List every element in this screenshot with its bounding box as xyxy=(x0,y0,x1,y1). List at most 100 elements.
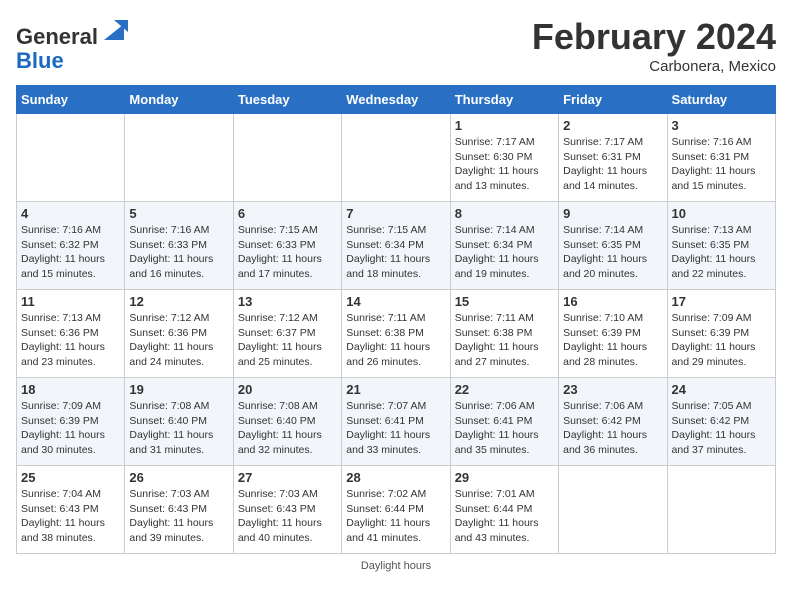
day-number: 28 xyxy=(346,470,445,485)
calendar-cell: 6 Sunrise: 7:15 AMSunset: 6:33 PMDaylight… xyxy=(233,202,341,290)
day-number: 1 xyxy=(455,118,554,133)
calendar-cell xyxy=(233,114,341,202)
day-number: 10 xyxy=(672,206,771,221)
day-number: 17 xyxy=(672,294,771,309)
day-number: 22 xyxy=(455,382,554,397)
logo-blue: Blue xyxy=(16,48,64,73)
col-header-saturday: Saturday xyxy=(667,86,775,114)
calendar-cell: 21Sunrise: 7:07 AMSunset: 6:41 PMDayligh… xyxy=(342,378,450,466)
day-number: 25 xyxy=(21,470,120,485)
day-number: 14 xyxy=(346,294,445,309)
day-number: 29 xyxy=(455,470,554,485)
day-number: 20 xyxy=(238,382,337,397)
cell-info: Sunrise: 7:15 AMSunset: 6:34 PMDaylight:… xyxy=(346,223,445,282)
calendar-week-2: 4Sunrise: 7:16 AMSunset: 6:32 PMDaylight… xyxy=(17,202,776,290)
logo-general: General xyxy=(16,24,98,49)
cell-info: Sunrise: 7:14 AMSunset: 6:35 PMDaylight:… xyxy=(563,223,662,282)
calendar-cell: 28 Sunrise: 7:02 AMSunset: 6:44 PMDayligh… xyxy=(342,466,450,554)
cell-info: Sunrise: 7:05 AMSunset: 6:42 PMDaylight:… xyxy=(672,399,771,458)
calendar-cell: 24 Sunrise: 7:05 AMSunset: 6:42 PMDayligh… xyxy=(667,378,775,466)
day-number: 8 xyxy=(455,206,554,221)
day-number: 3 xyxy=(672,118,771,133)
footer-daylight: Daylight hours xyxy=(16,560,776,572)
calendar-cell: 10 Sunrise: 7:13 AMSunset: 6:35 PMDayligh… xyxy=(667,202,775,290)
day-number: 16 xyxy=(563,294,662,309)
calendar-cell: 3 Sunrise: 7:16 AMSunset: 6:31 PMDaylight… xyxy=(667,114,775,202)
calendar-table: SundayMondayTuesdayWednesdayThursdayFrid… xyxy=(16,85,776,554)
calendar-cell: 26Sunrise: 7:03 AMSunset: 6:43 PMDayligh… xyxy=(125,466,233,554)
day-number: 15 xyxy=(455,294,554,309)
cell-info: Sunrise: 7:13 AMSunset: 6:35 PMDaylight:… xyxy=(672,223,771,282)
logo: General Blue xyxy=(16,16,128,73)
day-number: 23 xyxy=(563,382,662,397)
month-title: February 2024 xyxy=(532,16,776,58)
calendar-week-3: 11 Sunrise: 7:13 AMSunset: 6:36 PMDayligh… xyxy=(17,290,776,378)
calendar-cell: 29 Sunrise: 7:01 AMSunset: 6:44 PMDayligh… xyxy=(450,466,558,554)
cell-info: Sunrise: 7:01 AMSunset: 6:44 PMDaylight:… xyxy=(455,487,554,546)
calendar-header-row: SundayMondayTuesdayWednesdayThursdayFrid… xyxy=(17,86,776,114)
day-number: 2 xyxy=(563,118,662,133)
calendar-cell: 1 Sunrise: 7:17 AMSunset: 6:30 PMDaylight… xyxy=(450,114,558,202)
cell-info: Sunrise: 7:14 AMSunset: 6:34 PMDaylight:… xyxy=(455,223,554,282)
calendar-cell: 14Sunrise: 7:11 AMSunset: 6:38 PMDayligh… xyxy=(342,290,450,378)
cell-info: Sunrise: 7:17 AMSunset: 6:30 PMDaylight:… xyxy=(455,135,554,194)
col-header-thursday: Thursday xyxy=(450,86,558,114)
page-header: General Blue February 2024 Carbonera, Me… xyxy=(16,16,776,75)
day-number: 24 xyxy=(672,382,771,397)
calendar-cell: 25 Sunrise: 7:04 AMSunset: 6:43 PMDayligh… xyxy=(17,466,125,554)
calendar-cell: 23 Sunrise: 7:06 AMSunset: 6:42 PMDayligh… xyxy=(559,378,667,466)
cell-info: Sunrise: 7:02 AMSunset: 6:44 PMDaylight:… xyxy=(346,487,445,546)
cell-info: Sunrise: 7:12 AMSunset: 6:36 PMDaylight:… xyxy=(129,311,228,370)
col-header-sunday: Sunday xyxy=(17,86,125,114)
logo-icon xyxy=(100,16,128,44)
cell-info: Sunrise: 7:11 AMSunset: 6:38 PMDaylight:… xyxy=(455,311,554,370)
calendar-week-4: 18 Sunrise: 7:09 AMSunset: 6:39 PMDayligh… xyxy=(17,378,776,466)
calendar-cell: 22 Sunrise: 7:06 AMSunset: 6:41 PMDayligh… xyxy=(450,378,558,466)
calendar-cell: 5 Sunrise: 7:16 AMSunset: 6:33 PMDaylight… xyxy=(125,202,233,290)
calendar-cell: 2Sunrise: 7:17 AMSunset: 6:31 PMDaylight… xyxy=(559,114,667,202)
calendar-cell: 19Sunrise: 7:08 AMSunset: 6:40 PMDayligh… xyxy=(125,378,233,466)
calendar-cell xyxy=(342,114,450,202)
day-number: 18 xyxy=(21,382,120,397)
cell-info: Sunrise: 7:09 AMSunset: 6:39 PMDaylight:… xyxy=(21,399,120,458)
day-number: 7 xyxy=(346,206,445,221)
calendar-cell xyxy=(125,114,233,202)
col-header-wednesday: Wednesday xyxy=(342,86,450,114)
calendar-cell: 20 Sunrise: 7:08 AMSunset: 6:40 PMDayligh… xyxy=(233,378,341,466)
cell-info: Sunrise: 7:08 AMSunset: 6:40 PMDaylight:… xyxy=(238,399,337,458)
calendar-cell: 4Sunrise: 7:16 AMSunset: 6:32 PMDaylight… xyxy=(17,202,125,290)
day-number: 4 xyxy=(21,206,120,221)
calendar-cell: 11 Sunrise: 7:13 AMSunset: 6:36 PMDayligh… xyxy=(17,290,125,378)
cell-info: Sunrise: 7:16 AMSunset: 6:31 PMDaylight:… xyxy=(672,135,771,194)
col-header-friday: Friday xyxy=(559,86,667,114)
cell-info: Sunrise: 7:03 AMSunset: 6:43 PMDaylight:… xyxy=(238,487,337,546)
cell-info: Sunrise: 7:06 AMSunset: 6:42 PMDaylight:… xyxy=(563,399,662,458)
cell-info: Sunrise: 7:04 AMSunset: 6:43 PMDaylight:… xyxy=(21,487,120,546)
calendar-cell xyxy=(559,466,667,554)
cell-info: Sunrise: 7:15 AMSunset: 6:33 PMDaylight:… xyxy=(238,223,337,282)
day-number: 13 xyxy=(238,294,337,309)
day-number: 6 xyxy=(238,206,337,221)
calendar-cell xyxy=(17,114,125,202)
calendar-cell: 16 Sunrise: 7:10 AMSunset: 6:39 PMDayligh… xyxy=(559,290,667,378)
location: Carbonera, Mexico xyxy=(532,58,776,75)
day-number: 11 xyxy=(21,294,120,309)
calendar-cell: 17Sunrise: 7:09 AMSunset: 6:39 PMDayligh… xyxy=(667,290,775,378)
col-header-tuesday: Tuesday xyxy=(233,86,341,114)
calendar-cell: 18 Sunrise: 7:09 AMSunset: 6:39 PMDayligh… xyxy=(17,378,125,466)
calendar-cell: 12Sunrise: 7:12 AMSunset: 6:36 PMDayligh… xyxy=(125,290,233,378)
cell-info: Sunrise: 7:16 AMSunset: 6:33 PMDaylight:… xyxy=(129,223,228,282)
cell-info: Sunrise: 7:06 AMSunset: 6:41 PMDaylight:… xyxy=(455,399,554,458)
cell-info: Sunrise: 7:13 AMSunset: 6:36 PMDaylight:… xyxy=(21,311,120,370)
day-number: 5 xyxy=(129,206,228,221)
cell-info: Sunrise: 7:10 AMSunset: 6:39 PMDaylight:… xyxy=(563,311,662,370)
day-number: 27 xyxy=(238,470,337,485)
day-number: 19 xyxy=(129,382,228,397)
cell-info: Sunrise: 7:03 AMSunset: 6:43 PMDaylight:… xyxy=(129,487,228,546)
calendar-cell xyxy=(667,466,775,554)
calendar-cell: 8 Sunrise: 7:14 AMSunset: 6:34 PMDaylight… xyxy=(450,202,558,290)
cell-info: Sunrise: 7:12 AMSunset: 6:37 PMDaylight:… xyxy=(238,311,337,370)
calendar-cell: 7 Sunrise: 7:15 AMSunset: 6:34 PMDaylight… xyxy=(342,202,450,290)
calendar-cell: 27 Sunrise: 7:03 AMSunset: 6:43 PMDayligh… xyxy=(233,466,341,554)
cell-info: Sunrise: 7:07 AMSunset: 6:41 PMDaylight:… xyxy=(346,399,445,458)
